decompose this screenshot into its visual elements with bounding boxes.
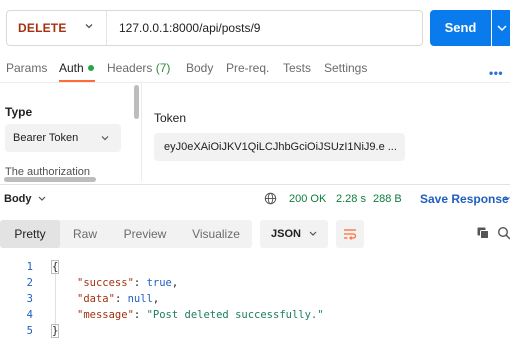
- send-button[interactable]: Send: [430, 10, 491, 46]
- line-number: 1: [26, 261, 33, 273]
- auth-type-panel: Type Bearer Token The authorization: [0, 83, 142, 181]
- url-input[interactable]: 127.0.0.1:8000/api/posts/9: [119, 21, 260, 35]
- auth-type-value: Bearer Token: [13, 132, 79, 144]
- json-value: true: [146, 277, 172, 289]
- more-options-icon[interactable]: •••: [489, 66, 503, 80]
- tab-params[interactable]: Params: [6, 61, 47, 75]
- divider[interactable]: [0, 184, 510, 185]
- method-label: DELETE: [18, 21, 67, 35]
- wrap-lines-icon: [344, 229, 357, 240]
- tab-prereq[interactable]: Pre-req.: [226, 61, 269, 75]
- chevron-down-icon[interactable]: [37, 195, 47, 203]
- auth-type-label: Type: [5, 105, 33, 119]
- response-size[interactable]: 288 B: [373, 193, 402, 205]
- json-key: "data": [77, 293, 115, 305]
- vertical-scrollbar[interactable]: [134, 85, 139, 119]
- headers-count: (7): [155, 61, 171, 75]
- view-pretty[interactable]: Pretty: [0, 220, 60, 248]
- response-body-viewer[interactable]: 1 2 3 4 5 { "success": true, "data": nul…: [0, 258, 510, 350]
- view-raw[interactable]: Raw: [60, 220, 110, 248]
- request-tabs: Params Auth Headers (7) Body Pre-req. Te…: [0, 58, 510, 82]
- token-label: Token: [154, 111, 187, 125]
- tab-tests[interactable]: Tests: [283, 61, 311, 75]
- tab-headers-label: Headers: [107, 61, 153, 75]
- code-line: {: [50, 260, 60, 274]
- json-value: null: [127, 293, 153, 305]
- tab-body[interactable]: Body: [186, 61, 213, 75]
- token-input[interactable]: eyJ0eXAiOiJKV1QiLCJhbGciOiJSUzI1NiJ9.e .…: [154, 133, 405, 161]
- response-body-label[interactable]: Body: [4, 193, 32, 205]
- search-icon[interactable]: [497, 226, 510, 240]
- tab-headers[interactable]: Headers (7): [107, 61, 170, 75]
- code-line: }: [50, 324, 60, 338]
- request-url-bar: DELETE 127.0.0.1:8000/api/posts/9: [6, 10, 423, 46]
- code-line: "success": true,: [77, 277, 179, 289]
- token-value: eyJ0eXAiOiJKV1QiLCJhbGciOiJSUzI1NiJ9.e .…: [164, 141, 397, 153]
- format-value: JSON: [271, 228, 301, 240]
- chevron-down-icon: [497, 25, 507, 32]
- chevron-down-icon: [101, 136, 109, 141]
- globe-icon[interactable]: [264, 192, 277, 205]
- horizontal-scrollbar[interactable]: [4, 177, 96, 182]
- auth-type-select[interactable]: Bearer Token: [5, 124, 121, 152]
- method-select[interactable]: DELETE: [7, 11, 107, 45]
- tab-settings[interactable]: Settings: [324, 61, 367, 75]
- json-key: "message": [77, 309, 134, 321]
- tab-auth[interactable]: Auth: [59, 61, 94, 75]
- view-preview[interactable]: Preview: [110, 220, 180, 248]
- code-line: "message": "Post deleted successfully.": [77, 309, 324, 321]
- status-code[interactable]: 200 OK: [289, 193, 326, 205]
- line-number: 2: [26, 277, 33, 289]
- response-view-switcher: Pretty Raw Preview Visualize: [0, 220, 252, 248]
- copy-icon[interactable]: [476, 226, 490, 240]
- line-number: 5: [26, 325, 33, 337]
- save-response-button[interactable]: Save Response: [420, 192, 509, 206]
- wrap-lines-button[interactable]: [336, 220, 364, 248]
- indent-guide: [55, 270, 56, 330]
- open-brace: {: [50, 260, 60, 274]
- chevron-down-icon[interactable]: [503, 195, 510, 203]
- tab-auth-label: Auth: [59, 61, 84, 75]
- json-value: "Post deleted successfully.": [146, 309, 324, 321]
- response-time[interactable]: 2.28 s: [336, 193, 366, 205]
- format-select[interactable]: JSON: [260, 220, 328, 248]
- auth-active-dot-icon: [87, 64, 94, 71]
- line-number: 4: [26, 309, 33, 321]
- view-visualize[interactable]: Visualize: [180, 220, 252, 248]
- line-number: 3: [26, 293, 33, 305]
- close-brace: }: [50, 324, 60, 338]
- chevron-down-icon: [85, 24, 93, 29]
- send-options-button[interactable]: [492, 10, 510, 46]
- json-key: "success": [77, 277, 134, 289]
- code-line: "data": null,: [77, 293, 160, 305]
- chevron-down-icon: [309, 231, 317, 236]
